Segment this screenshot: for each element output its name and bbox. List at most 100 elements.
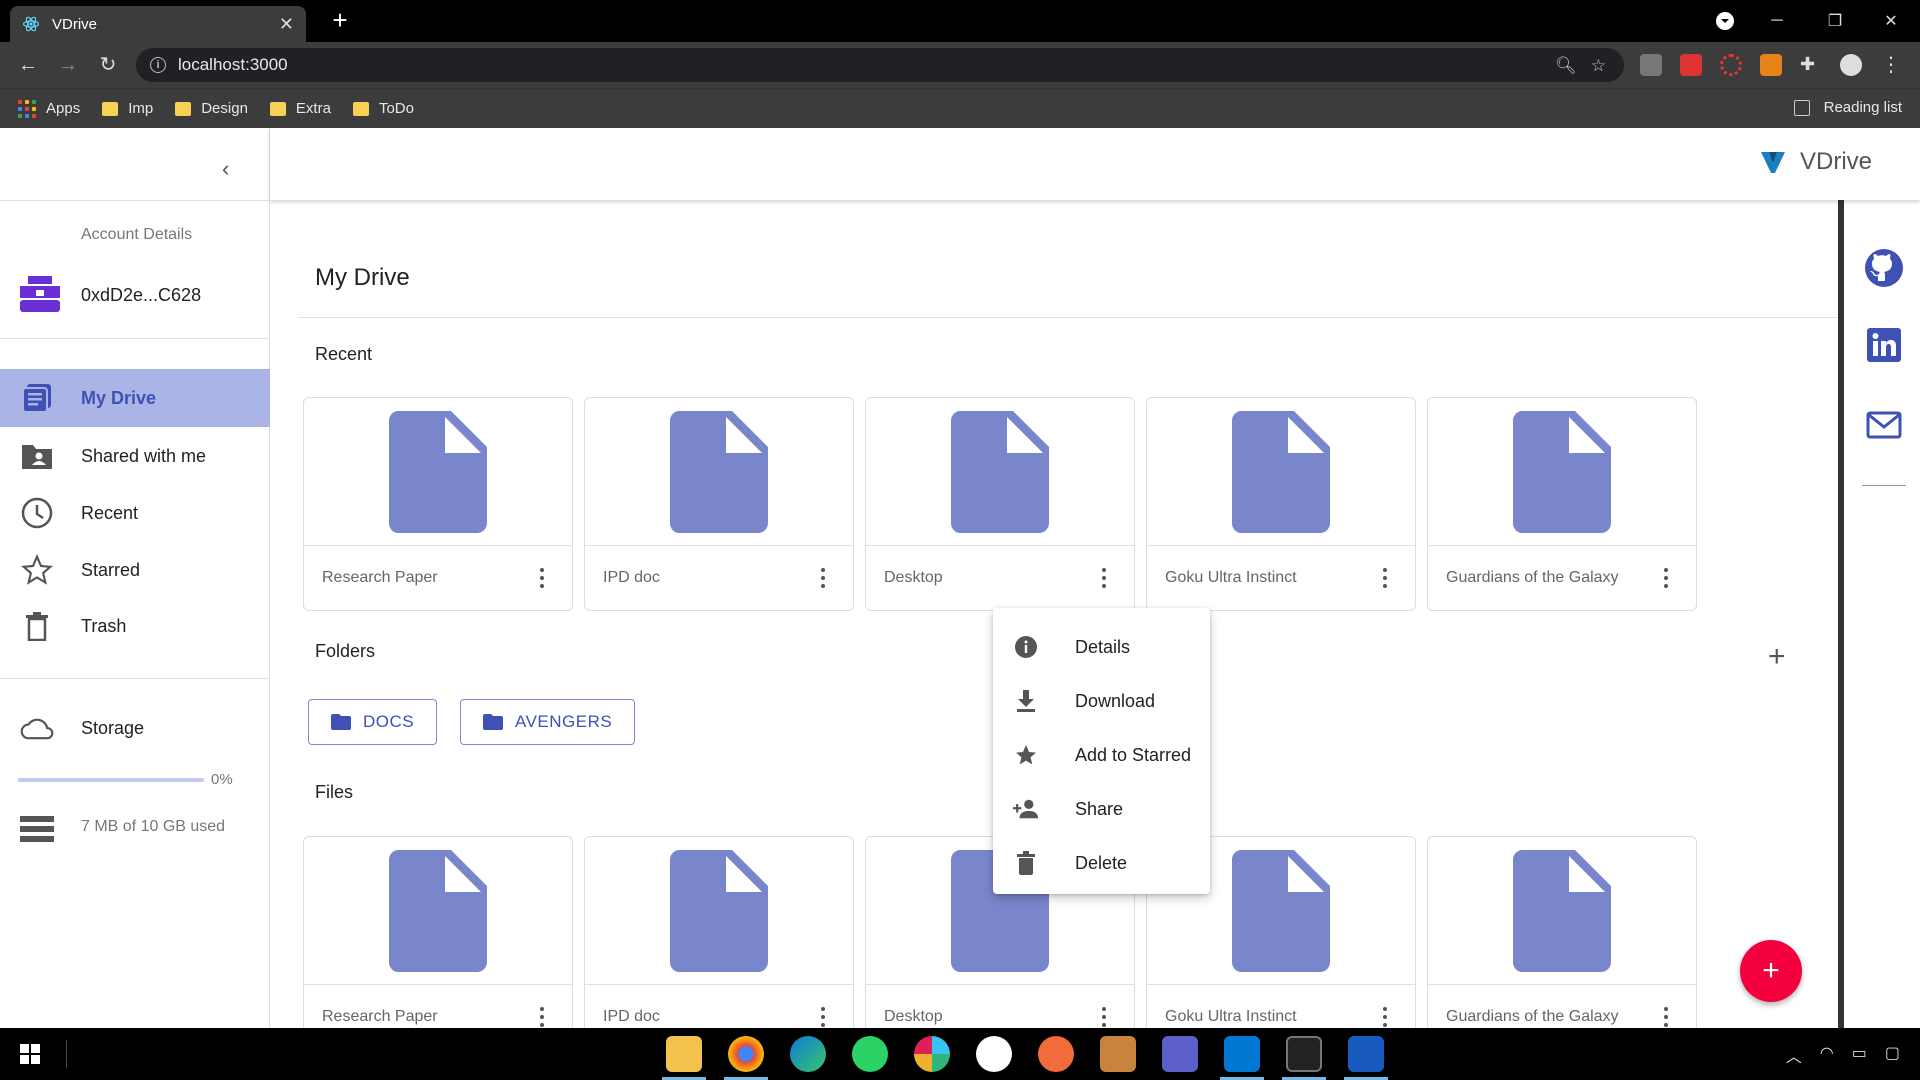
more-vert-icon[interactable] [1664, 568, 1670, 588]
reading-list-label: Reading list [1823, 99, 1902, 116]
recent-file-card[interactable]: Goku Ultra Instinct [1146, 397, 1416, 611]
shared-folder-icon [20, 439, 54, 473]
bookmark-imp[interactable]: Imp [102, 100, 153, 117]
menu-item-label: Add to Starred [1075, 744, 1192, 765]
sidebar-item-starred[interactable]: Starred [0, 541, 270, 599]
recent-file-card[interactable]: IPD doc [584, 397, 854, 611]
file-card[interactable]: Guardians of the Galaxy [1427, 836, 1697, 1028]
bookmark-design[interactable]: Design [175, 100, 248, 117]
forward-icon[interactable]: → [54, 51, 82, 79]
more-vert-icon[interactable] [1383, 568, 1389, 588]
menu-item-share[interactable]: Share [993, 782, 1210, 836]
sidebar-item-my-drive[interactable]: My Drive [0, 369, 270, 427]
github-icon[interactable] [1864, 248, 1904, 288]
tab-close-icon[interactable]: ✕ [279, 14, 294, 35]
mail-icon[interactable] [1864, 405, 1904, 445]
window-close-icon[interactable]: ✕ [1862, 0, 1920, 42]
reload-icon[interactable]: ↻ [94, 51, 122, 79]
virtualbox-icon[interactable] [1100, 1036, 1136, 1072]
back-icon[interactable]: ← [14, 51, 42, 79]
new-tab-button[interactable]: + [326, 6, 354, 34]
sidebar-item-shared[interactable]: Shared with me [0, 427, 270, 485]
folder-icon [102, 101, 119, 116]
more-vert-icon[interactable] [1664, 1007, 1670, 1027]
add-file-fab[interactable]: + [1740, 940, 1802, 1002]
more-vert-icon[interactable] [821, 1007, 827, 1027]
slack-icon[interactable] [914, 1036, 950, 1072]
extension-gear-icon[interactable] [1720, 54, 1742, 76]
word-icon[interactable] [1348, 1036, 1384, 1072]
bookmark-label: Extra [295, 100, 331, 117]
edge-icon[interactable] [790, 1036, 826, 1072]
file-name: IPD doc [603, 1008, 660, 1025]
zoom-icon[interactable]: 🔍︎ [1555, 56, 1577, 76]
bookmark-apps[interactable]: Apps [18, 99, 81, 118]
storage-list-icon [20, 816, 54, 842]
more-vert-icon[interactable] [540, 1007, 546, 1027]
sidebar-item-recent[interactable]: Recent [0, 484, 270, 542]
more-vert-icon[interactable] [821, 568, 827, 588]
menu-item-add-starred[interactable]: Add to Starred [993, 728, 1210, 782]
bookmark-label: Design [201, 100, 248, 117]
avatar[interactable] [1840, 54, 1862, 76]
chevron-left-icon[interactable]: ‹ [222, 156, 229, 182]
file-thumbnail [304, 837, 572, 985]
browser-menu-icon[interactable]: ⋮ [1880, 54, 1902, 76]
recent-file-card[interactable]: Desktop [865, 397, 1135, 611]
chrome-icon[interactable] [728, 1036, 764, 1072]
recent-section-label: Recent [315, 344, 373, 364]
mongodb-icon[interactable] [976, 1036, 1012, 1072]
browser-tab[interactable]: VDrive ✕ [10, 6, 306, 42]
browser-tab-strip: VDrive ✕ + ─ ❐ ✕ [0, 0, 1920, 42]
file-icon [951, 410, 1049, 533]
metamask-icon[interactable] [1760, 54, 1782, 76]
file-explorer-icon[interactable] [666, 1036, 702, 1072]
battery-icon[interactable]: ▭ [1852, 1043, 1867, 1067]
menu-item-delete[interactable]: Delete [993, 836, 1210, 890]
more-vert-icon[interactable] [1383, 1007, 1389, 1027]
bookmark-star-icon[interactable]: ☆ [1591, 56, 1606, 76]
terminal-icon[interactable] [1286, 1036, 1322, 1072]
sidebar-item-trash[interactable]: Trash [0, 597, 270, 655]
file-name: Goku Ultra Instinct [1165, 1008, 1297, 1025]
bookmark-todo[interactable]: ToDo [352, 100, 414, 117]
extension-red-icon[interactable] [1680, 54, 1702, 76]
more-vert-icon[interactable] [1102, 568, 1108, 588]
vscode-icon[interactable] [1224, 1036, 1260, 1072]
menu-item-details[interactable]: Details [993, 620, 1210, 674]
whatsapp-icon[interactable] [852, 1036, 888, 1072]
profile-menu-icon[interactable] [1696, 0, 1754, 42]
linkedin-icon[interactable] [1864, 325, 1904, 365]
folder-docs[interactable]: DOCS [308, 699, 438, 745]
postman-icon[interactable] [1038, 1036, 1074, 1072]
file-card[interactable]: Research Paper [303, 836, 573, 1028]
divider [66, 1040, 67, 1068]
menu-item-download[interactable]: Download [993, 674, 1210, 728]
wifi-icon[interactable]: ◠ [1820, 1043, 1834, 1067]
folder-avengers[interactable]: AVENGERS [460, 699, 636, 745]
divider [0, 338, 270, 339]
url-bar[interactable]: i localhost:3000 🔍︎ ☆ [136, 48, 1624, 82]
reading-list-button[interactable]: Reading list [1793, 99, 1902, 116]
restore-icon[interactable]: ❐ [1806, 0, 1864, 42]
bookmark-label: Apps [46, 100, 81, 117]
bookmark-extra[interactable]: Extra [269, 100, 331, 117]
minimize-icon[interactable]: ─ [1748, 0, 1806, 42]
camera-extension-icon[interactable] [1640, 54, 1662, 76]
file-card[interactable]: IPD doc [584, 836, 854, 1028]
extensions-puzzle-icon[interactable]: ✚ [1800, 54, 1822, 76]
recent-file-card[interactable]: Research Paper [303, 397, 573, 611]
storage-used-text: 7 MB of 10 GB used [81, 818, 226, 835]
file-context-menu: Details Download Add to Starred Share De… [993, 608, 1210, 894]
more-vert-icon[interactable] [1102, 1007, 1108, 1027]
more-vert-icon[interactable] [540, 568, 546, 588]
teams-icon[interactable] [1162, 1036, 1198, 1072]
windows-start-icon[interactable] [20, 1044, 40, 1064]
notifications-icon[interactable]: ▢ [1885, 1043, 1900, 1067]
sidebar-item-label: Recent [81, 502, 139, 523]
file-name: Desktop [884, 569, 943, 586]
add-folder-button[interactable]: + [1768, 640, 1786, 674]
recent-file-card[interactable]: Guardians of the Galaxy [1427, 397, 1697, 611]
site-info-icon[interactable]: i [150, 57, 166, 73]
chevron-up-icon[interactable]: ︿ [1786, 1043, 1802, 1067]
